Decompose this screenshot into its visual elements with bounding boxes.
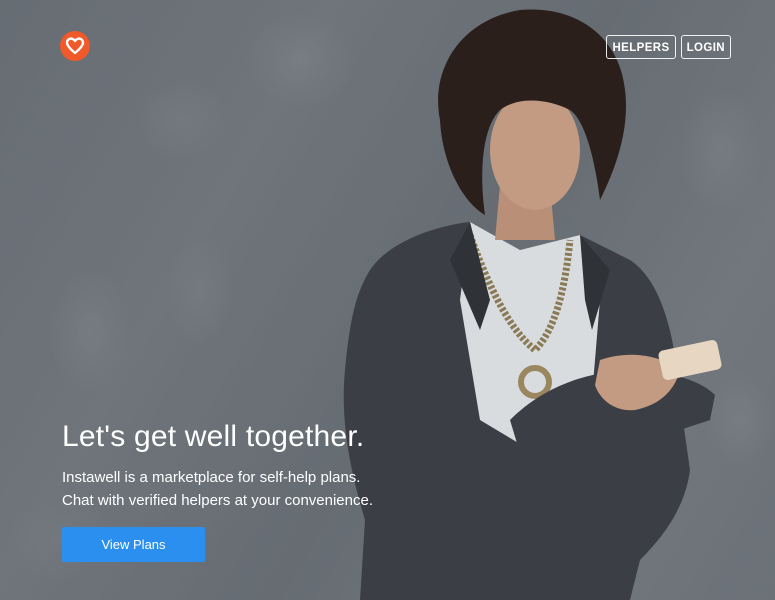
login-button[interactable]: LOGIN — [680, 35, 731, 59]
hero-description: Instawell is a marketplace for self-help… — [62, 466, 373, 512]
hero-section: HELPERS LOGIN Let's get well together. I… — [0, 0, 775, 600]
logo[interactable] — [60, 31, 90, 61]
hero-headline: Let's get well together. — [62, 420, 365, 453]
view-plans-button[interactable]: View Plans — [62, 527, 205, 562]
helpers-button[interactable]: HELPERS — [606, 35, 676, 59]
heart-icon — [65, 37, 85, 55]
hero-description-line-2: Chat with verified helpers at your conve… — [62, 492, 374, 509]
hero-content: Let's get well together. Instawell is a … — [62, 420, 373, 562]
hero-photo — [343, 9, 722, 600]
hero-description-line-1: Instawell is a marketplace for self-help… — [62, 469, 361, 486]
top-nav: HELPERS LOGIN — [606, 35, 731, 59]
